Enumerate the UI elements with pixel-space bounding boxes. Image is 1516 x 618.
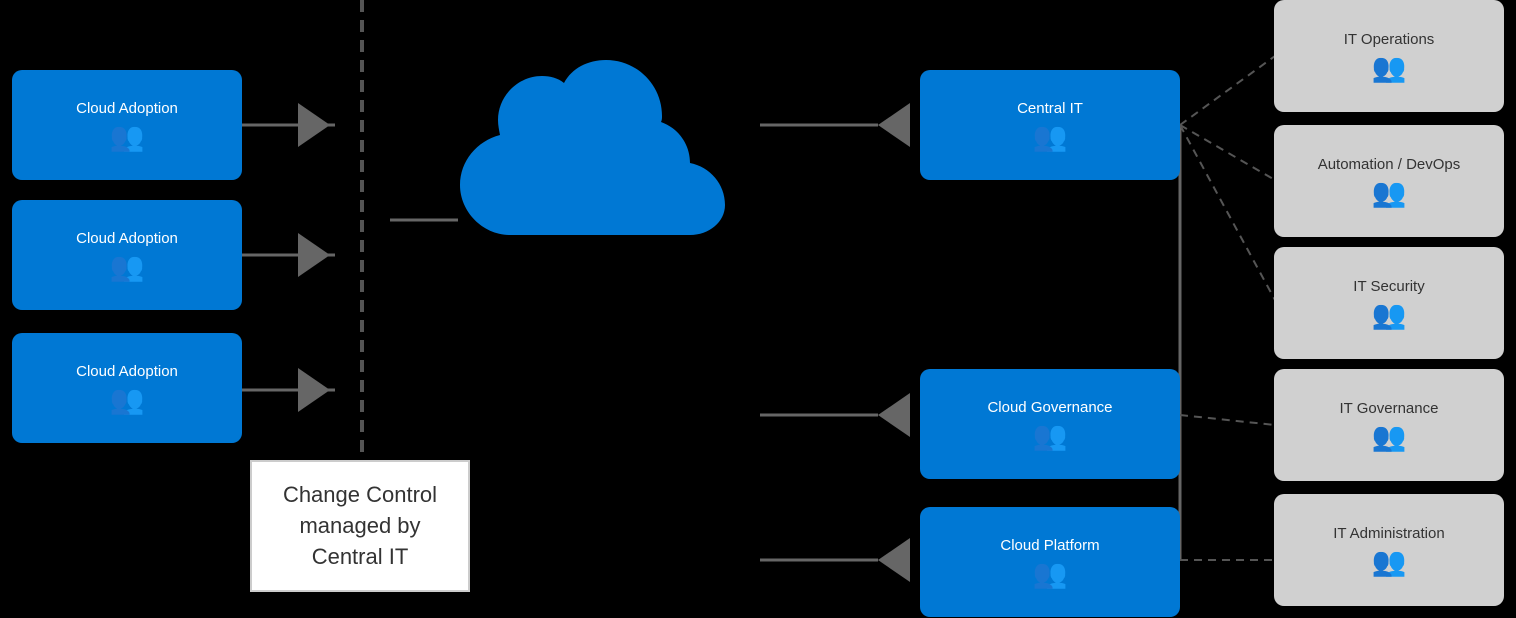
arrow-left-central-it: [878, 103, 910, 147]
people-icon-2: 👥: [110, 253, 145, 281]
people-icon-1: 👥: [110, 123, 145, 151]
arrow-right-1: [298, 103, 330, 147]
central-it-box: Central IT 👥: [920, 70, 1180, 180]
diagram: Cloud Adoption 👥 Cloud Adoption 👥 Cloud …: [0, 0, 1516, 618]
it-security-box: IT Security 👥: [1274, 247, 1504, 359]
cloud-shape: [430, 60, 750, 280]
cloud-adoption-box-1: Cloud Adoption 👥: [12, 70, 242, 180]
it-administration-box: IT Administration 👥: [1274, 494, 1504, 606]
automation-devops-label: Automation / DevOps: [1318, 156, 1461, 173]
people-icon-3: 👥: [110, 386, 145, 414]
it-governance-box: IT Governance 👥: [1274, 369, 1504, 481]
arrow-left-cloud-platform: [878, 538, 910, 582]
cloud-adoption-3-label: Cloud Adoption: [76, 363, 178, 380]
people-icon-governance: 👥: [1372, 423, 1407, 451]
cloud-adoption-box-3: Cloud Adoption 👥: [12, 333, 242, 443]
it-operations-box: IT Operations 👥: [1274, 0, 1504, 112]
cloud-adoption-box-2: Cloud Adoption 👥: [12, 200, 242, 310]
arrow-right-3: [298, 368, 330, 412]
cloud-adoption-2-label: Cloud Adoption: [76, 230, 178, 247]
people-icon-cloud-governance: 👥: [1033, 422, 1068, 450]
cloud-platform-label: Cloud Platform: [1000, 537, 1099, 554]
arrow-left-cloud-governance: [878, 393, 910, 437]
cloud-platform-box: Cloud Platform 👥: [920, 507, 1180, 617]
people-icon-administration: 👥: [1372, 548, 1407, 576]
arrow-right-2: [298, 233, 330, 277]
it-governance-label: IT Governance: [1340, 400, 1439, 417]
automation-devops-box: Automation / DevOps 👥: [1274, 125, 1504, 237]
it-administration-label: IT Administration: [1333, 525, 1444, 542]
people-icon-cloud-platform: 👥: [1033, 560, 1068, 588]
cloud-governance-box: Cloud Governance 👥: [920, 369, 1180, 479]
change-control-box: Change Control managed by Central IT: [250, 460, 470, 592]
people-icon-it-ops: 👥: [1372, 54, 1407, 82]
people-icon-security: 👥: [1372, 301, 1407, 329]
change-control-text: Change Control managed by Central IT: [283, 482, 437, 569]
central-it-label: Central IT: [1017, 100, 1083, 117]
people-icon-central-it: 👥: [1033, 123, 1068, 151]
it-security-label: IT Security: [1353, 278, 1424, 295]
it-operations-label: IT Operations: [1344, 31, 1435, 48]
cloud-adoption-1-label: Cloud Adoption: [76, 100, 178, 117]
people-icon-devops: 👥: [1372, 179, 1407, 207]
cloud-governance-label: Cloud Governance: [987, 399, 1112, 416]
